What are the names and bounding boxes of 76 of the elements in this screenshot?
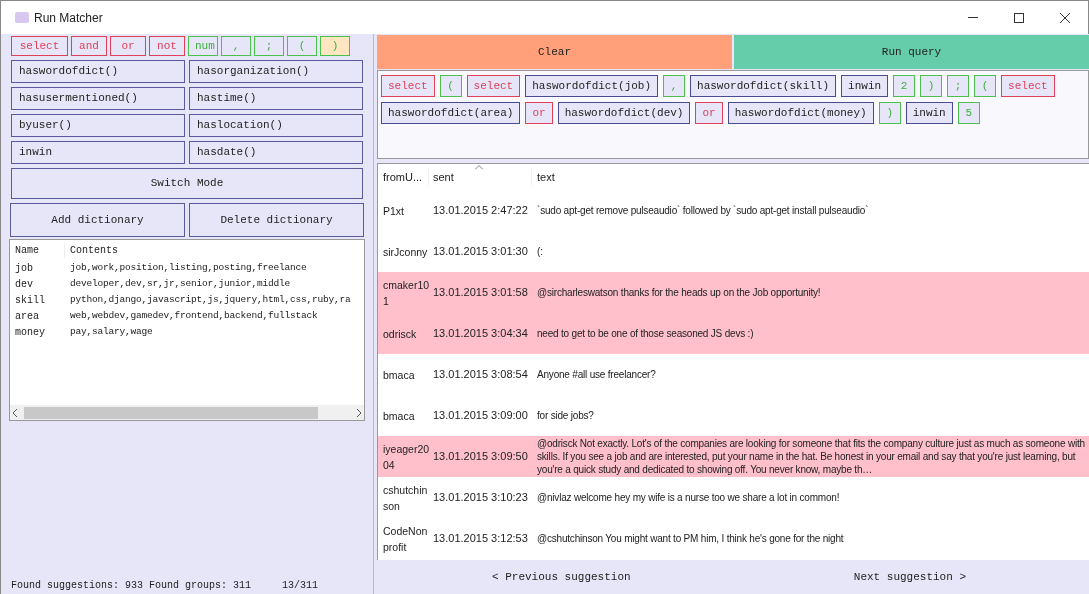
sent-cell-text: 13.01.2015 3:01:30	[432, 244, 529, 260]
user-cell-text: bmaca	[382, 408, 416, 424]
query-token[interactable]: haswordofdict(area)	[381, 102, 521, 124]
sent-cell-text: 13.01.2015 3:09:00	[432, 408, 529, 424]
user-cell-text: sirJconny	[382, 244, 429, 260]
horizontal-scrollbar[interactable]	[10, 405, 364, 420]
message-row[interactable]	[378, 436, 1089, 477]
column-header[interactable]: fromU...	[378, 168, 429, 186]
sent-cell-text: 13.01.2015 3:04:34	[432, 326, 529, 342]
user-cell-text: cmaker101	[382, 277, 431, 309]
clear-button[interactable]: Clear	[377, 35, 732, 69]
text-cell-text: for side jobs?	[536, 409, 595, 422]
query-token[interactable]: inwin	[841, 75, 889, 97]
next-button[interactable]: Next suggestion >	[853, 568, 966, 586]
function-button[interactable]: hasorganization()	[189, 60, 363, 83]
text-cell-text: (:	[536, 245, 544, 258]
column-header[interactable]: Contents	[65, 242, 118, 258]
user-cell-text: CodeNonprofit	[382, 523, 429, 555]
text-cell-text: @sircharleswatson thanks for the heads up on the Job opportunity!	[536, 286, 822, 299]
sent-cell-text: 13.01.2015 3:08:54	[432, 367, 529, 383]
dictionary-contents: job,work,position,listing,posting,freelance	[69, 260, 307, 275]
query-token[interactable]: haswordofdict(job)	[525, 75, 659, 97]
dictionary-name[interactable]: skill	[10, 292, 65, 308]
text-cell-text: Anyone #all use freelancer?	[536, 368, 657, 381]
user-cell-text: bmaca	[382, 367, 416, 383]
app-icon	[15, 12, 29, 23]
column-header[interactable]: Name	[10, 242, 65, 258]
dictionary-contents: developer,dev,sr,jr,senior,junior,middle	[69, 276, 291, 291]
text-cell-text: need to get to be one of those seasoned JS devs :)	[536, 327, 755, 340]
function-button[interactable]: inwin	[11, 141, 185, 164]
dictionary-button[interactable]: Add dictionary	[10, 203, 185, 237]
function-button[interactable]: byuser()	[11, 114, 185, 137]
switch-mode-button[interactable]: Switch Mode	[11, 168, 363, 199]
text-cell-text: `sudo apt-get remove pulseaudio` followed by `sudo apt-get install pulseaudio`	[536, 204, 870, 217]
user-cell-text: odrisck	[382, 326, 418, 342]
query-token[interactable]: or	[695, 102, 723, 124]
sent-cell-text: 13.01.2015 3:09:50	[432, 449, 529, 465]
dictionary-name[interactable]: dev	[10, 276, 65, 292]
text-cell-text: @nivlaz welcome hey my wife is a nurse too we share a lot in common!	[536, 491, 841, 504]
status-position: 13/311	[282, 578, 319, 593]
function-button[interactable]: haslocation()	[189, 114, 363, 137]
query-token[interactable]: haswordofdict(money)	[727, 102, 874, 124]
user-cell-text: P1xt	[382, 203, 405, 219]
status-summary: Found suggestions: 933 Found groups: 311	[11, 578, 252, 593]
sent-cell-text: 13.01.2015 3:12:53	[432, 531, 529, 547]
function-button[interactable]: hasdate()	[189, 141, 363, 164]
sent-cell-text: 13.01.2015 3:10:23	[432, 490, 529, 506]
token-button[interactable]: or	[110, 36, 146, 56]
window-title: Run Matcher	[34, 9, 103, 27]
query-token[interactable]: haswordofdict(skill)	[690, 75, 837, 97]
query-token[interactable]: or	[525, 102, 553, 124]
user-cell-text: cshutchinson	[382, 482, 429, 514]
sent-cell-text: 13.01.2015 2:47:22	[432, 203, 529, 219]
run-query-button[interactable]: Run query	[734, 35, 1089, 69]
dictionary-name[interactable]: job	[10, 260, 65, 276]
column-header[interactable]: text	[532, 168, 555, 186]
dictionary-button[interactable]: Delete dictionary	[189, 203, 364, 237]
query-editor[interactable]: select ( select haswordofdict(job) , haswordofdict(skill) inwin 2 ) ; ( select haswordofdict(area) or haswordofdict(dev) or haswordofdict(money) ) inwin 5	[377, 70, 1089, 159]
sent-cell-text: 13.01.2015 3:01:58	[432, 285, 529, 301]
dictionary-contents: python,django,javascript,js,jquery,html,css,ruby,ra	[69, 292, 351, 307]
dictionary-name[interactable]: area	[10, 308, 65, 324]
dictionary-name[interactable]: money	[10, 324, 65, 340]
function-button[interactable]: hasusermentioned()	[11, 87, 185, 110]
message-row[interactable]: odrisck 13.01.2015 3:04:34 need to get to be one of those seasoned JS devs :)	[378, 313, 1089, 354]
function-button[interactable]: hastime()	[189, 87, 363, 110]
dictionary-contents: pay,salary,wage	[69, 324, 153, 339]
text-cell-text: @odrisck Not exactly. Lot's of the companies are looking for someone that fits the company culture just as much as someone with skills. If you see a job and are interested, put your name in the hat. Be honest in your email and say that you're just learning, but you're a quick study and dedicated to showing off. You never know, maybe th…	[536, 437, 1086, 476]
column-header[interactable]: sent	[429, 168, 532, 186]
query-token[interactable]: inwin	[905, 102, 953, 124]
text-cell-text: @cshutchinson You might want to PM him, I think he's gone for the night	[536, 532, 845, 545]
scrollbar-thumb[interactable]	[24, 406, 318, 419]
dictionary-contents: web,webdev,gamedev,frontend,backend,fullstack	[69, 308, 318, 323]
query-token[interactable]: haswordofdict(dev)	[557, 102, 691, 124]
function-button[interactable]: haswordofdict()	[11, 60, 185, 83]
previous-button[interactable]: < Previous suggestion	[492, 568, 631, 586]
user-cell-text: iyeager2004	[382, 441, 431, 473]
